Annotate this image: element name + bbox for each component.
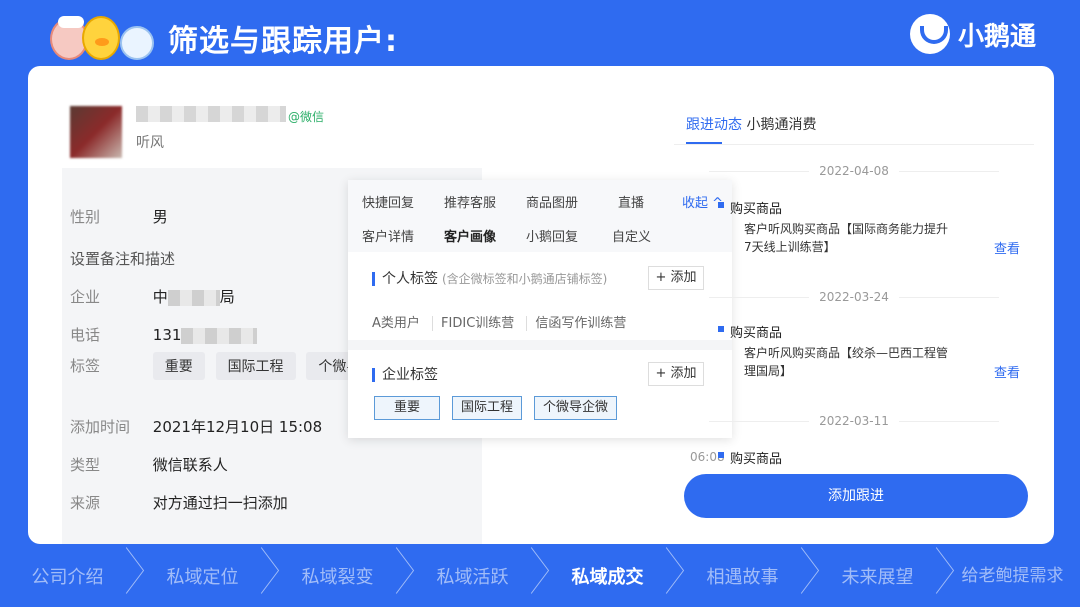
enterprise-tag-list: 重要 国际工程 个微导企微 <box>374 396 618 420</box>
field-label: 性别 <box>70 208 101 226</box>
add-follow-up-button[interactable]: 添加跟进 <box>684 474 1028 518</box>
field-gender: 性别 男 <box>70 206 168 227</box>
nav-private-fission[interactable]: 私域裂变 <box>270 544 405 607</box>
tool-recommend-service[interactable]: 推荐客服 <box>444 192 496 211</box>
enterprise-tag[interactable]: 国际工程 <box>452 396 523 420</box>
field-value: 微信联系人 <box>152 456 228 474</box>
field-type: 类型 微信联系人 <box>70 454 228 475</box>
field-tags: 标签 重要 国际工程 个微导 <box>70 352 378 380</box>
personal-tags-title: 个人标签 (含企微标签和小鹅通店铺标签) <box>372 272 607 286</box>
tool-customer-details[interactable]: 客户详情 <box>362 226 414 245</box>
brand-name: 小鹅通 <box>957 21 1036 52</box>
field-value-prefix: 中 <box>152 288 168 306</box>
content-card: @微信 听风 性别 男 设置备注和描述 企业 中 局 电话 131 标签 重要 国… <box>28 66 1054 544</box>
enterprise-tag[interactable]: 个微导企微 <box>534 396 618 420</box>
profile-tag: 国际工程 <box>215 352 296 380</box>
xiaoetong-logo-icon <box>909 14 950 54</box>
field-remark[interactable]: 设置备注和描述 <box>70 248 175 269</box>
timeline-date: 2022-03-24 <box>674 290 1034 304</box>
field-label: 添加时间 <box>70 418 131 436</box>
field-company: 企业 中 局 <box>70 286 235 307</box>
tool-live[interactable]: 直播 <box>618 192 644 211</box>
nav-private-conversion[interactable]: 私域成交 <box>540 544 675 607</box>
nav-future-outlook[interactable]: 未来展望 <box>810 544 945 607</box>
tab-follow-activity[interactable]: 跟进动态 <box>686 117 742 133</box>
tool-xiaoe-reply[interactable]: 小鹅回复 <box>526 226 578 245</box>
section-title-text: 个人标签 <box>382 271 438 287</box>
tool-customer-portrait[interactable]: 客户画像 <box>444 226 496 245</box>
tool-product-album[interactable]: 商品图册 <box>526 192 578 211</box>
tab-divider <box>674 144 1034 145</box>
event-title-text: 购买商品 <box>730 326 783 341</box>
tool-custom[interactable]: 自定义 <box>612 226 651 245</box>
field-label: 类型 <box>70 456 101 474</box>
enterprise-tag[interactable]: 重要 <box>374 396 440 420</box>
personal-tag: FIDIC训练营 <box>432 316 523 331</box>
follow-tabs: 跟进动态 小鹅通消费 <box>686 114 816 134</box>
personal-tag: A类用户 <box>372 316 420 331</box>
flag-icon <box>718 452 724 458</box>
field-value: 男 <box>152 208 168 226</box>
field-label: 电话 <box>70 326 101 344</box>
timeline-event-title: 购买商品 <box>718 198 783 217</box>
profile-tag: 重要 <box>152 352 205 380</box>
nav-private-activation[interactable]: 私域活跃 <box>405 544 540 607</box>
personal-tag-list: A类用户 FIDIC训练营 信函写作训练营 <box>372 312 635 331</box>
section-subtitle: (含企微标签和小鹅通店铺标签) <box>442 272 608 286</box>
view-link[interactable]: 查看 <box>994 362 1020 381</box>
timeline-date: 2022-03-11 <box>674 414 1034 428</box>
enterprise-tags-title: 企业标签 <box>372 368 438 382</box>
event-title-text: 购买商品 <box>730 452 783 467</box>
field-value-prefix: 131 <box>152 326 182 344</box>
penguin-mascot-icon <box>120 26 154 60</box>
mascot-illustration <box>50 14 160 64</box>
timeline-event-title: 购买商品 <box>718 322 783 341</box>
field-label: 标签 <box>70 357 101 375</box>
flag-icon <box>718 202 724 208</box>
page-title: 筛选与跟踪用户: <box>168 24 398 59</box>
timeline-event-desc: 客户听风购买商品【国际商务能力提升7天线上训练营】 <box>744 222 949 254</box>
wechat-badge: @微信 <box>288 110 325 124</box>
remark-link[interactable]: 设置备注和描述 <box>70 250 175 268</box>
tool-quick-reply[interactable]: 快捷回复 <box>362 192 414 211</box>
nav-company-intro[interactable]: 公司介绍 <box>0 544 135 607</box>
blurred-company <box>167 289 220 306</box>
field-source: 来源 对方通过扫一扫添加 <box>70 492 288 513</box>
timeline-event-title: 购买商品 <box>718 448 783 467</box>
timeline-event-desc: 客户听风购买商品【绞杀—巴西工程管理国局】 <box>744 346 949 378</box>
field-value-suffix: 局 <box>219 288 235 306</box>
field-added-time: 添加时间 2021年12月10日 15:08 <box>70 416 322 437</box>
field-label: 企业 <box>70 288 101 306</box>
field-label: 来源 <box>70 494 101 512</box>
duck-mascot-icon <box>82 16 120 60</box>
avatar <box>70 106 122 158</box>
timeline-date: 2022-04-08 <box>674 164 1034 178</box>
event-title-text: 购买商品 <box>730 202 783 217</box>
customer-nickname: 听风 <box>136 135 164 151</box>
blurred-customer-name <box>136 106 286 122</box>
field-value: 2021年12月10日 15:08 <box>152 418 323 436</box>
field-value: 对方通过扫一扫添加 <box>152 494 288 512</box>
field-phone: 电话 131 <box>70 324 258 345</box>
follow-up-panel: 跟进动态 小鹅通消费 2022-04-08 购买商品 客户听风购买商品【国际商务… <box>674 106 1034 526</box>
view-link[interactable]: 查看 <box>994 238 1020 257</box>
tab-xiaoe-consumption[interactable]: 小鹅通消费 <box>746 117 816 133</box>
blurred-phone <box>181 327 258 344</box>
flag-icon <box>718 326 724 332</box>
nav-meeting-story[interactable]: 相遇故事 <box>675 544 810 607</box>
nav-feedback[interactable]: 给老鲍提需求 <box>945 544 1080 607</box>
nav-private-positioning[interactable]: 私域定位 <box>135 544 270 607</box>
brand-logo: 小鹅通 <box>909 14 1036 54</box>
section-navigation: 公司介绍 私域定位 私域裂变 私域活跃 私域成交 相遇故事 未来展望 给老鲍提需… <box>0 544 1080 607</box>
personal-tag: 信函写作训练营 <box>526 316 635 331</box>
profile-header: @微信 听风 <box>62 82 482 168</box>
